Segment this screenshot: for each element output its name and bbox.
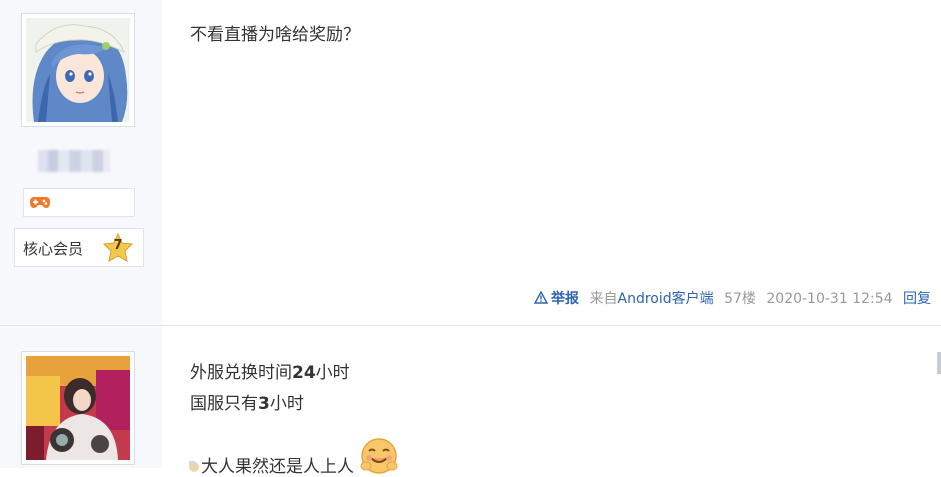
- avatar-image: [26, 18, 130, 122]
- line1-unit: 小时: [315, 363, 350, 383]
- author-avatar[interactable]: [21, 351, 135, 465]
- post-line-2: 国服只有3小时: [190, 389, 350, 420]
- avatar-image: [26, 356, 130, 460]
- line3-text: 大人果然还是人上人: [201, 457, 354, 477]
- post-source: 来自Android客户端: [590, 288, 714, 308]
- report-label: 举报: [551, 291, 580, 307]
- line1-text: 外服兑换时间: [190, 363, 292, 383]
- author-sidebar: [0, 326, 162, 468]
- small-emoji-icon: [189, 461, 199, 472]
- source-prefix: 来自: [589, 291, 618, 307]
- scrollbar-thumb[interactable]: [937, 352, 941, 374]
- smiling-face-emoji-icon: [360, 438, 398, 474]
- gamepad-icon: [29, 194, 51, 214]
- warning-triangle-icon: [533, 290, 549, 304]
- member-label: 核心会员: [23, 240, 84, 258]
- blurred-username[interactable]: [38, 150, 110, 172]
- line2-text: 国服只有: [190, 394, 258, 414]
- member-level-box[interactable]: 核心会员 7: [14, 228, 144, 267]
- post-timestamp: 2020-10-31 12:54: [766, 291, 893, 307]
- post-tail: 举报 来自Android客户端 57楼 2020-10-31 12:54 回复: [528, 288, 931, 308]
- post-content: 外服兑换时间24小时 国服只有3小时: [190, 358, 350, 420]
- user-badge[interactable]: [23, 188, 135, 217]
- floor-number: 57楼: [724, 291, 756, 307]
- post-next: 外服兑换时间24小时 国服只有3小时 大人果然还是人上人: [0, 326, 941, 477]
- reply-link[interactable]: 回复: [903, 288, 931, 308]
- post-line-1: 外服兑换时间24小时: [190, 358, 350, 389]
- line2-unit: 小时: [269, 394, 304, 414]
- post-line-3: 大人果然还是人上人: [187, 436, 399, 477]
- post-content: 不看直播为啥给奖励？: [190, 20, 360, 51]
- member-level-number: 7: [113, 238, 123, 253]
- source-app-link[interactable]: Android客户端: [618, 288, 714, 308]
- author-avatar[interactable]: [21, 13, 135, 127]
- report-link[interactable]: 举报: [533, 288, 580, 308]
- post-text: 不看直播为啥给奖励？: [190, 25, 360, 45]
- post-floor-57: 核心会员 7 不看直播为啥给奖励？ 举报 来自Android客户端 57楼 20…: [0, 0, 941, 325]
- author-sidebar: 核心会员 7: [0, 0, 162, 325]
- line2-number: 3: [258, 394, 270, 414]
- line1-number: 24: [292, 363, 316, 383]
